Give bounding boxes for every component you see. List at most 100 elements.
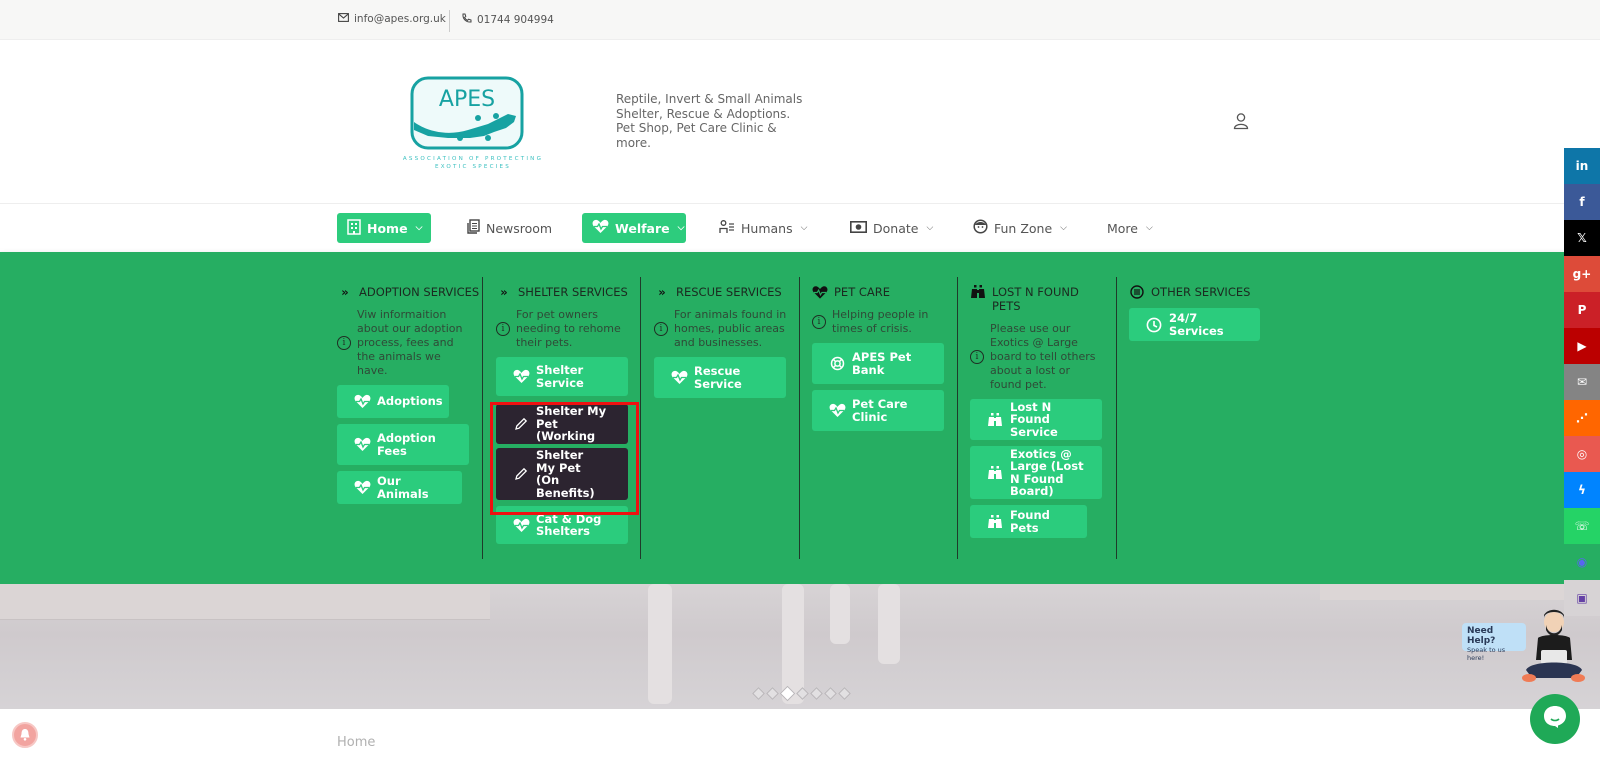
whatsapp-icon: ☏ [1574, 519, 1590, 533]
menu-button-adoptions[interactable]: Adoptions [337, 385, 449, 418]
pinterest-icon: P [1577, 303, 1587, 317]
nav-donate[interactable]: Donate ⌵ [840, 213, 943, 243]
twitch-icon: ▣ [1576, 591, 1588, 605]
slider-dot-7[interactable] [838, 687, 851, 700]
linkedin-icon: in [1575, 159, 1589, 173]
column-title: » RESCUE SERVICES [654, 285, 799, 299]
column-title: » ADOPTION SERVICES [337, 285, 482, 299]
facebook-icon: f [1579, 195, 1585, 209]
social-rss-button[interactable]: ⋰ [1564, 400, 1600, 436]
lifebuoy-icon [828, 356, 846, 372]
apes-logo[interactable]: APES ASSOCIATION OF PROTECTING EXOTIC SP… [388, 76, 558, 171]
slider-dot-5[interactable] [810, 687, 823, 700]
email-link[interactable]: info@apes.org.uk [338, 13, 446, 25]
menu-button-found-pets[interactable]: Found Pets [970, 505, 1087, 538]
social-x-button[interactable]: 𝕏 [1564, 220, 1600, 256]
nav-home[interactable]: Home ⌵ [337, 213, 431, 243]
user-account-icon[interactable] [1232, 112, 1250, 130]
live-chat-button[interactable] [1530, 694, 1580, 744]
email-text: info@apes.org.uk [354, 13, 446, 25]
nav-welfare[interactable]: Welfare ⌵ [582, 213, 686, 243]
menu-button-exotics-at-large[interactable]: Exotics @ Large (Lost N Found Board) [970, 446, 1102, 499]
social-whatsapp-button[interactable]: ☏ [1564, 508, 1600, 544]
social-pinterest-button[interactable]: P [1564, 292, 1600, 328]
building-icon [347, 218, 361, 238]
social-google-plus-button[interactable]: g+ [1564, 256, 1600, 292]
chevron-down-icon: ⌵ [1060, 223, 1067, 233]
double-chevron-icon: » [658, 285, 666, 299]
menu-button-apes-pet-bank[interactable]: APES Pet Bank [812, 343, 944, 384]
youtube-icon: ▶ [1577, 339, 1587, 353]
nav-donate-label: Donate [873, 220, 919, 236]
chevron-down-icon: ⌵ [415, 223, 423, 233]
column-title: OTHER SERVICES [1129, 285, 1279, 299]
help-subtitle: Speak to us here! [1467, 646, 1506, 662]
phone-icon [461, 13, 472, 27]
slider-dot-6[interactable] [824, 687, 837, 700]
column-description: i For pet owners needing to rehome their… [496, 308, 640, 350]
menu-column-adoption: » ADOPTION SERVICES i Viw informaition a… [337, 277, 483, 559]
person-list-icon [719, 219, 735, 237]
phone-link[interactable]: 01744 904994 [461, 13, 554, 27]
main-navigation: Home ⌵ Newsroom Welfare ⌵ Humans ⌵ Donat… [0, 205, 1600, 251]
social-email-button[interactable]: ✉ [1564, 364, 1600, 400]
menu-button-pet-care-clinic[interactable]: Pet Care Clinic [812, 390, 944, 431]
hero-image-background [0, 584, 490, 620]
help-speech-bubble[interactable]: Need Help? Speak to us here! [1462, 623, 1526, 662]
heartbeat-icon [592, 219, 609, 237]
rss-icon: ⋰ [1576, 411, 1588, 425]
slider-dot-3[interactable] [779, 685, 796, 702]
menu-button-shelter-service[interactable]: Shelter Service [496, 357, 628, 396]
support-avatar-illustration[interactable] [1520, 608, 1586, 692]
slider-dot-2[interactable] [766, 687, 779, 700]
hero-image-detail [648, 584, 672, 704]
double-chevron-icon: » [500, 285, 508, 299]
menu-column-pet-care: PET CARE i Helping people in times of cr… [812, 277, 958, 559]
heartbeat-icon [828, 403, 846, 419]
nav-newsroom[interactable]: Newsroom [457, 213, 562, 243]
menu-button-lost-n-found-service[interactable]: Lost N Found Service [970, 399, 1102, 440]
chevron-down-icon: ⌵ [800, 223, 808, 233]
column-description: i For animals found in homes, public are… [654, 308, 799, 350]
social-linkedin-button[interactable]: in [1564, 148, 1600, 184]
instagram-icon: ◎ [1576, 447, 1588, 461]
menu-column-lost-n-found: LOST N FOUND PETS i Please use our Exoti… [970, 277, 1117, 559]
nav-home-label: Home [367, 220, 408, 236]
breadcrumb[interactable]: Home [337, 735, 375, 750]
google-plus-icon: g+ [1572, 267, 1592, 281]
social-youtube-button[interactable]: ▶ [1564, 328, 1600, 364]
top-bar: info@apes.org.uk 01744 904994 [0, 0, 1600, 40]
help-title: Need Help? [1467, 626, 1496, 646]
slider-dot-4[interactable] [796, 687, 809, 700]
menu-button-24-7-services[interactable]: 24/7 Services [1129, 308, 1260, 341]
site-tagline: Reptile, Invert & Small Animals Shelter,… [616, 92, 803, 150]
svg-text:APES: APES [439, 87, 495, 112]
x-icon: 𝕏 [1577, 231, 1587, 245]
nav-fun-zone[interactable]: Fun Zone ⌵ [963, 213, 1077, 243]
column-description: i Helping people in times of crisis. [812, 308, 957, 336]
email-icon: ✉ [1576, 375, 1588, 389]
menu-button-our-animals[interactable]: Our Animals [337, 471, 462, 504]
info-icon: i [496, 322, 510, 336]
info-icon: i [337, 336, 351, 350]
info-icon: i [970, 350, 984, 364]
slider-dot-1[interactable] [752, 687, 765, 700]
menu-button-rescue-service[interactable]: Rescue Service [654, 357, 786, 398]
hero-image-detail [878, 584, 900, 664]
menu-button-adoption-fees[interactable]: Adoption Fees [337, 424, 469, 465]
social-instagram-button[interactable]: ◎ [1564, 436, 1600, 472]
column-description: i Please use our Exotics @ Large board t… [970, 322, 1116, 392]
nav-more[interactable]: More ⌵ [1097, 213, 1163, 243]
social-discord-button[interactable]: ◉ [1564, 544, 1600, 580]
column-title: LOST N FOUND PETS [970, 285, 1116, 313]
social-messenger-button[interactable]: ϟ [1564, 472, 1600, 508]
nav-newsroom-label: Newsroom [486, 220, 553, 236]
heartbeat-icon [353, 480, 371, 496]
social-facebook-button[interactable]: f [1564, 184, 1600, 220]
nav-humans[interactable]: Humans ⌵ [709, 213, 817, 243]
binoculars-icon [986, 465, 1004, 481]
notification-bell-button[interactable] [12, 722, 38, 748]
chevron-down-icon: ⌵ [1146, 223, 1153, 233]
column-description: i Viw informaition about our adoption pr… [337, 308, 482, 378]
list-circle-icon [1129, 285, 1145, 299]
